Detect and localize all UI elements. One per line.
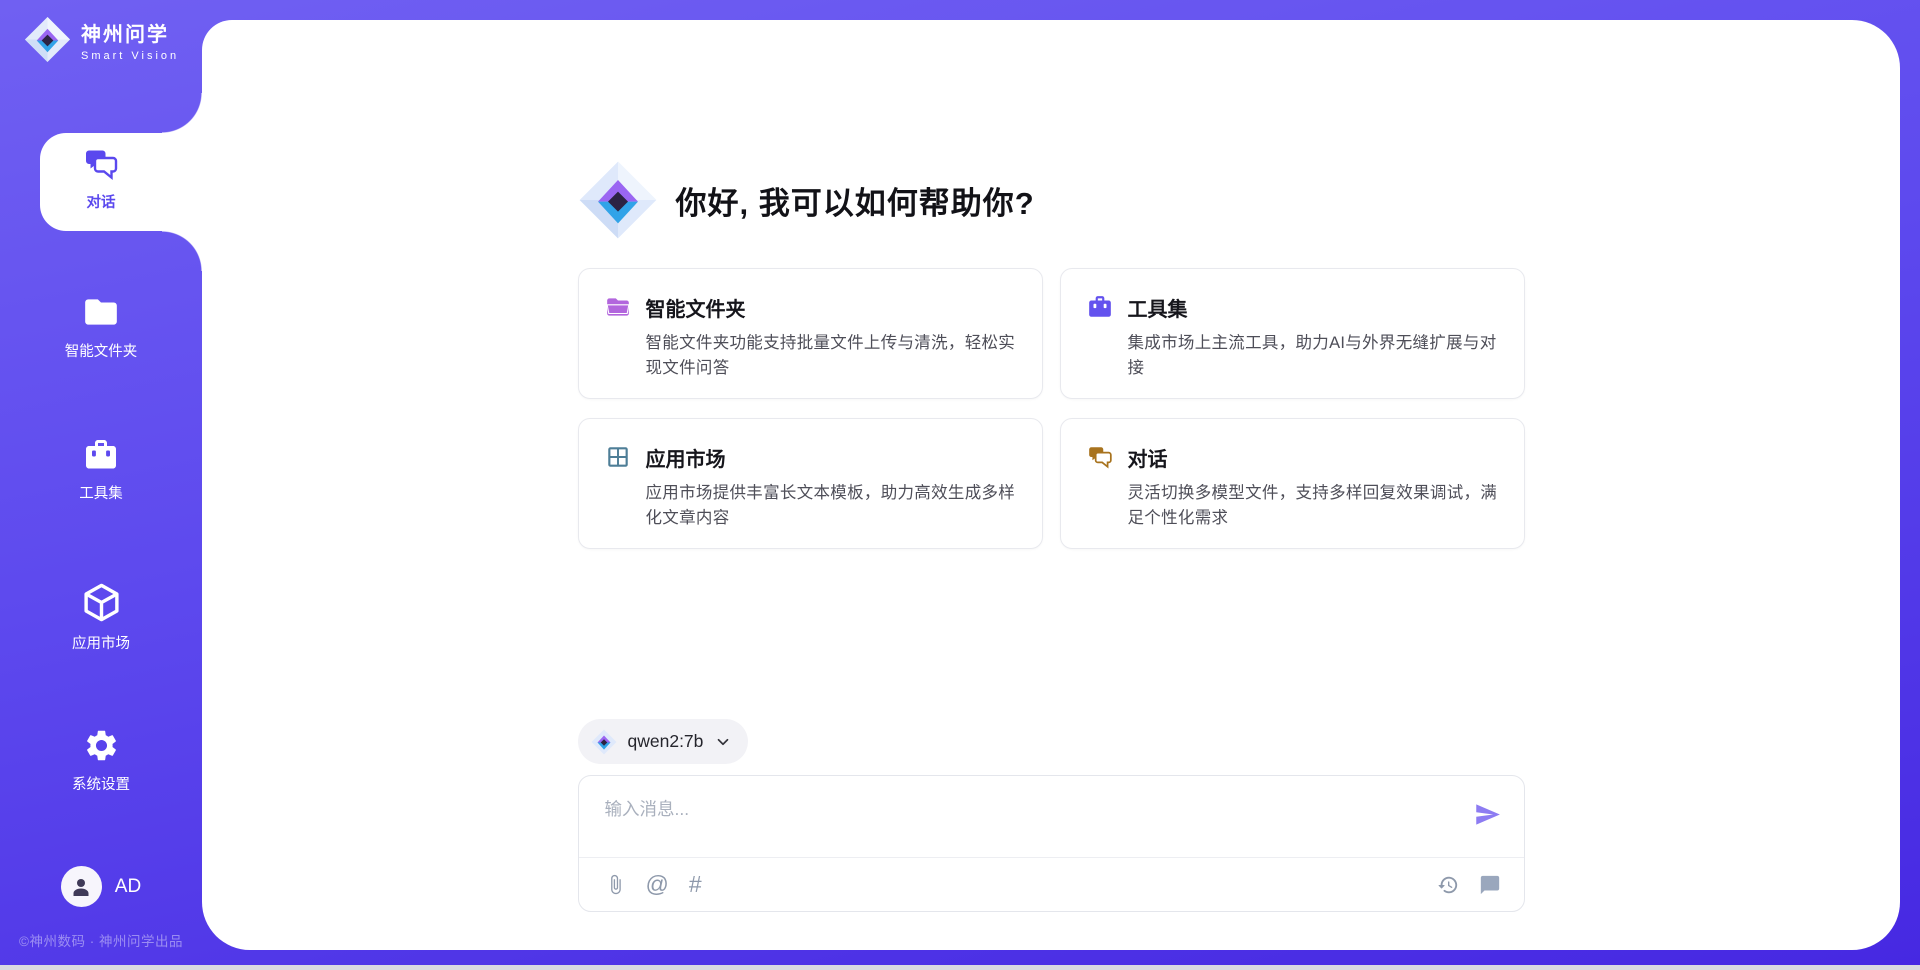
folder-open-icon (605, 294, 631, 320)
chat-bubble-icon (1479, 874, 1501, 896)
folder-icon (82, 293, 120, 331)
feature-card-chat[interactable]: 对话 灵活切换多模型文件，支持多样回复效果调试，满足个性化需求 (1060, 418, 1525, 549)
message-composer: @ # (578, 775, 1525, 912)
model-logo-icon (591, 729, 617, 755)
history-icon (1437, 874, 1459, 896)
chat-icon (83, 146, 119, 182)
gear-icon (83, 727, 120, 764)
send-icon (1474, 801, 1501, 828)
brand-logo: 神州问学 Smart Vision (24, 16, 179, 63)
chevron-down-icon (714, 733, 732, 751)
card-description: 灵活切换多模型文件，支持多样回复效果调试，满足个性化需求 (1128, 481, 1498, 531)
at-icon: @ (646, 871, 669, 897)
feature-cards: 智能文件夹 智能文件夹功能支持批量文件上传与清洗，轻松实现文件问答 工具集 集成… (578, 268, 1525, 549)
paperclip-icon (605, 874, 626, 895)
brand-diamond-icon (24, 16, 71, 63)
card-title: 工具集 (1128, 293, 1498, 322)
main-content: 你好, 我可以如何帮助你? 智能文件夹 智能文件夹功能支持批量文件上传与清洗，轻… (578, 20, 1525, 950)
sidebar-item-label: 系统设置 (0, 773, 202, 794)
sidebar-item-settings[interactable]: 系统设置 (0, 727, 202, 794)
card-title: 应用市场 (646, 443, 1016, 472)
card-description: 智能文件夹功能支持批量文件上传与清洗，轻松实现文件问答 (646, 331, 1016, 381)
user-initials: AD (115, 876, 141, 898)
card-text: 智能文件夹 智能文件夹功能支持批量文件上传与清洗，轻松实现文件问答 (646, 293, 1016, 398)
composer-toolbar: @ # (605, 858, 1501, 911)
toolbox-icon (83, 437, 119, 473)
hash-icon: # (689, 871, 702, 897)
bottom-edge (0, 965, 1920, 970)
brand-text: 神州问学 Smart Vision (81, 18, 179, 62)
card-title: 对话 (1128, 443, 1498, 472)
mention-button[interactable]: @ (646, 873, 669, 896)
feature-card-toolset[interactable]: 工具集 集成市场上主流工具，助力AI与外界无缝扩展与对接 (1060, 268, 1525, 399)
sidebar-item-toolset[interactable]: 工具集 (0, 437, 202, 503)
sidebar-item-label: 对话 (0, 191, 202, 212)
sidebar-item-smart-folder[interactable]: 智能文件夹 (0, 293, 202, 361)
card-description: 集成市场上主流工具，助力AI与外界无缝扩展与对接 (1128, 331, 1498, 381)
model-name: qwen2:7b (628, 731, 704, 752)
card-text: 应用市场 应用市场提供丰富长文本模板，助力高效生成多样化文章内容 (646, 443, 1016, 548)
sidebar-item-label: 智能文件夹 (0, 340, 202, 361)
card-text: 对话 灵活切换多模型文件，支持多样回复效果调试，满足个性化需求 (1128, 443, 1498, 548)
card-description: 应用市场提供丰富长文本模板，助力高效生成多样化文章内容 (646, 481, 1016, 531)
cube-icon (81, 582, 122, 623)
sidebar-item-label: 工具集 (0, 482, 202, 503)
feature-card-smart-folder[interactable]: 智能文件夹 智能文件夹功能支持批量文件上传与清洗，轻松实现文件问答 (578, 268, 1043, 399)
message-input[interactable] (605, 796, 1375, 844)
greeting: 你好, 我可以如何帮助你? (578, 160, 1525, 240)
feature-card-app-market[interactable]: 应用市场 应用市场提供丰富长文本模板，助力高效生成多样化文章内容 (578, 418, 1043, 549)
brand-subtitle: Smart Vision (81, 50, 179, 62)
sidebar-item-chat[interactable]: 对话 (0, 146, 202, 212)
card-title: 智能文件夹 (646, 293, 1016, 322)
greeting-text: 你好, 我可以如何帮助你? (676, 178, 1035, 223)
send-button[interactable] (1474, 801, 1501, 828)
brand-name: 神州问学 (81, 18, 179, 47)
conversation-button[interactable] (1479, 874, 1501, 896)
avatar (61, 866, 102, 907)
main-panel: 你好, 我可以如何帮助你? 智能文件夹 智能文件夹功能支持批量文件上传与清洗，轻… (202, 20, 1900, 950)
topic-button[interactable]: # (689, 873, 702, 896)
sidebar-item-app-market[interactable]: 应用市场 (0, 582, 202, 653)
model-selector[interactable]: qwen2:7b (578, 719, 749, 764)
history-button[interactable] (1437, 874, 1459, 896)
sidebar: 神州问学 Smart Vision 对话 智能文件夹 工具集 应用市场 (0, 0, 202, 970)
attach-file-button[interactable] (605, 874, 626, 895)
sidebar-item-label: 应用市场 (0, 632, 202, 653)
card-text: 工具集 集成市场上主流工具，助力AI与外界无缝扩展与对接 (1128, 293, 1498, 398)
grid-icon (605, 444, 631, 470)
chat-bubbles-icon (1087, 444, 1113, 470)
briefcase-icon (1087, 294, 1113, 320)
person-icon (69, 875, 93, 899)
user-profile[interactable]: AD (0, 866, 202, 907)
copyright-text: ©神州数码 · 神州问学出品 (0, 930, 202, 950)
assistant-logo-icon (578, 160, 658, 240)
